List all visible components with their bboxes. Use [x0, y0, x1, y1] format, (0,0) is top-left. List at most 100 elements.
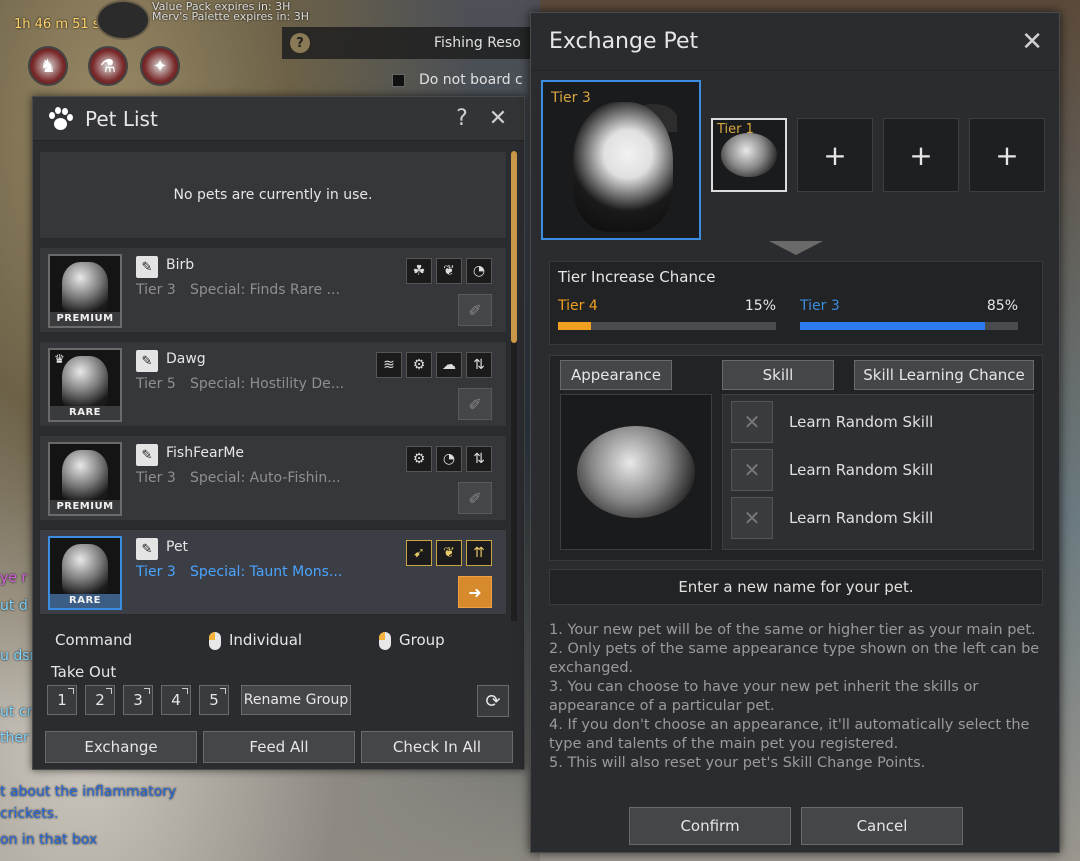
mouse-left-icon [209, 631, 221, 650]
rename-group-button[interactable]: Rename Group [241, 685, 351, 715]
material-pet-slot[interactable]: Tier 1 [711, 118, 787, 192]
pet-name: Birb [166, 257, 195, 273]
pet-special: Special: Hostility De... [190, 376, 345, 392]
group-button-4[interactable]: 4 [161, 685, 191, 715]
confirm-button[interactable]: Confirm [629, 807, 791, 845]
edit-name-icon[interactable]: ✎ [136, 444, 158, 466]
chance-percent: 15% [744, 298, 776, 314]
potion-icon[interactable]: ⚗ [88, 46, 128, 86]
refresh-icon[interactable]: ⟳ [477, 685, 509, 717]
crown-icon: ♛ [54, 352, 65, 366]
pet-list-window: Pet List ? ✕ No pets are currently in us… [32, 96, 525, 770]
pet-name-input[interactable]: Enter a new name for your pet. [549, 569, 1043, 605]
skill-icon[interactable]: ◔ [436, 446, 462, 472]
skill-learning-chance-button[interactable]: Skill Learning Chance [854, 360, 1034, 390]
individual-option[interactable]: Individual [209, 631, 379, 650]
skill-icon[interactable]: ⚙ [406, 352, 432, 378]
note-line: 2. Only pets of the same appearance type… [549, 641, 1040, 676]
appearance-button[interactable]: Appearance [560, 360, 672, 390]
scroll-icon[interactable]: ✦ [140, 46, 180, 86]
main-pet-tier: Tier 3 [551, 90, 591, 106]
chance-bar-fill [800, 322, 986, 330]
pet-list-titlebar[interactable]: Pet List ? ✕ [33, 97, 524, 141]
group-button-5[interactable]: 5 [199, 685, 229, 715]
pet-special: Special: Auto-Fishin... [190, 470, 341, 486]
skill-row: ✕ Learn Random Skill [731, 401, 933, 443]
close-icon[interactable]: ✕ [1021, 27, 1043, 57]
grade-badge: RARE [50, 406, 120, 420]
skill-icon[interactable]: ❦ [436, 540, 462, 566]
skill-icon[interactable]: ☁ [436, 352, 462, 378]
pet-name: FishFearMe [166, 445, 245, 461]
close-icon[interactable]: ✕ [484, 105, 512, 133]
pet-name: Dawg [166, 351, 206, 367]
board-option[interactable]: Do not board c [392, 72, 523, 88]
down-arrow-icon [769, 241, 823, 255]
check-in-all-button[interactable]: Check In All [361, 731, 513, 763]
skill-icon[interactable]: ➹ [406, 540, 432, 566]
add-pet-slot[interactable]: + [969, 118, 1045, 192]
pet-skill-icons: ⚙ ◔ ⇅ [406, 446, 492, 472]
main-pet-slot[interactable]: Tier 3 [541, 80, 701, 240]
edit-name-icon[interactable]: ✎ [136, 538, 158, 560]
pet-row-birb[interactable]: PREMIUM ✎ Birb Tier 3 Special: Finds Rar… [39, 247, 507, 333]
skill-icon[interactable]: ⇅ [466, 446, 492, 472]
pet-list-title: Pet List [85, 106, 158, 131]
main-pet-image [573, 102, 673, 232]
skill-icon[interactable]: ☘ [406, 258, 432, 284]
summon-pet-button[interactable]: ✐ [458, 482, 492, 514]
skill-label: Learn Random Skill [789, 413, 934, 431]
chat-line: crickets. [0, 806, 59, 822]
exchange-pet-window: Exchange Pet ✕ Tier 3 Tier 1 + + + Tier … [530, 12, 1060, 853]
add-pet-slot[interactable]: + [883, 118, 959, 192]
chat-line: ut d [0, 598, 28, 614]
material-pet-image [721, 133, 777, 177]
summon-pet-button[interactable]: ✐ [458, 388, 492, 420]
add-pet-slot[interactable]: + [797, 118, 873, 192]
chance-bar-fill [558, 322, 591, 330]
group-option[interactable]: Group [379, 631, 445, 650]
exchange-button[interactable]: Exchange [45, 731, 197, 763]
exchange-titlebar[interactable]: Exchange Pet ✕ [531, 13, 1059, 71]
skill-icon[interactable]: ⇅ [466, 352, 492, 378]
board-checkbox[interactable] [392, 73, 405, 87]
pet-portrait: PREMIUM [48, 254, 122, 328]
edit-name-icon[interactable]: ✎ [136, 256, 158, 278]
chance-tier-3: Tier 3 85% [800, 298, 1018, 330]
pet-list-scrollbar[interactable] [511, 151, 517, 621]
skill-icon[interactable]: ❦ [436, 258, 462, 284]
pet-row-fishfearme[interactable]: PREMIUM ✎ FishFearMe Tier 3 Special: Aut… [39, 435, 507, 521]
pet-list[interactable]: No pets are currently in use. PREMIUM ✎ … [39, 151, 507, 621]
pet-skill-icons: ➹ ❦ ⇈ [406, 540, 492, 566]
skill-icon[interactable]: ⇈ [466, 540, 492, 566]
mouse-left-icon [379, 631, 391, 650]
grade-badge: PREMIUM [50, 500, 120, 514]
skill-icon[interactable]: ≋ [376, 352, 402, 378]
chance-label: Tier 4 [558, 298, 598, 314]
group-button-1[interactable]: 1 [47, 685, 77, 715]
summon-pet-button[interactable]: ✐ [458, 294, 492, 326]
cancel-button[interactable]: Cancel [801, 807, 963, 845]
butterfly-icon[interactable]: ♞ [28, 46, 68, 86]
inherit-panel: Appearance Skill Skill Learning Chance ✕… [549, 355, 1043, 561]
group-button-3[interactable]: 3 [123, 685, 153, 715]
scroll-thumb[interactable] [511, 151, 517, 343]
edit-name-icon[interactable]: ✎ [136, 350, 158, 372]
locked-skill-icon: ✕ [731, 449, 773, 491]
summon-pet-button[interactable]: ➜ [458, 576, 492, 608]
exchange-actions: Confirm Cancel [629, 807, 963, 845]
skill-icon[interactable]: ⚙ [406, 446, 432, 472]
pet-row-pet[interactable]: RARE ✎ Pet Tier 3 Special: Taunt Mons...… [39, 529, 507, 615]
help-icon[interactable]: ? [290, 33, 310, 53]
note-line: 1. Your new pet will be of the same or h… [549, 622, 1036, 638]
group-button-2[interactable]: 2 [85, 685, 115, 715]
group-buttons: 1 2 3 4 5 Rename Group [47, 685, 351, 715]
locked-skill-icon: ✕ [731, 401, 773, 443]
skill-button[interactable]: Skill [722, 360, 834, 390]
chance-header: Tier Increase Chance [558, 268, 716, 286]
pet-row-dawg[interactable]: ♛ RARE ✎ Dawg Tier 5 Special: Hostility … [39, 341, 507, 427]
skill-icon[interactable]: ◔ [466, 258, 492, 284]
feed-all-button[interactable]: Feed All [203, 731, 355, 763]
skills-list: ✕ Learn Random Skill ✕ Learn Random Skil… [722, 394, 1034, 550]
help-icon[interactable]: ? [448, 105, 476, 133]
